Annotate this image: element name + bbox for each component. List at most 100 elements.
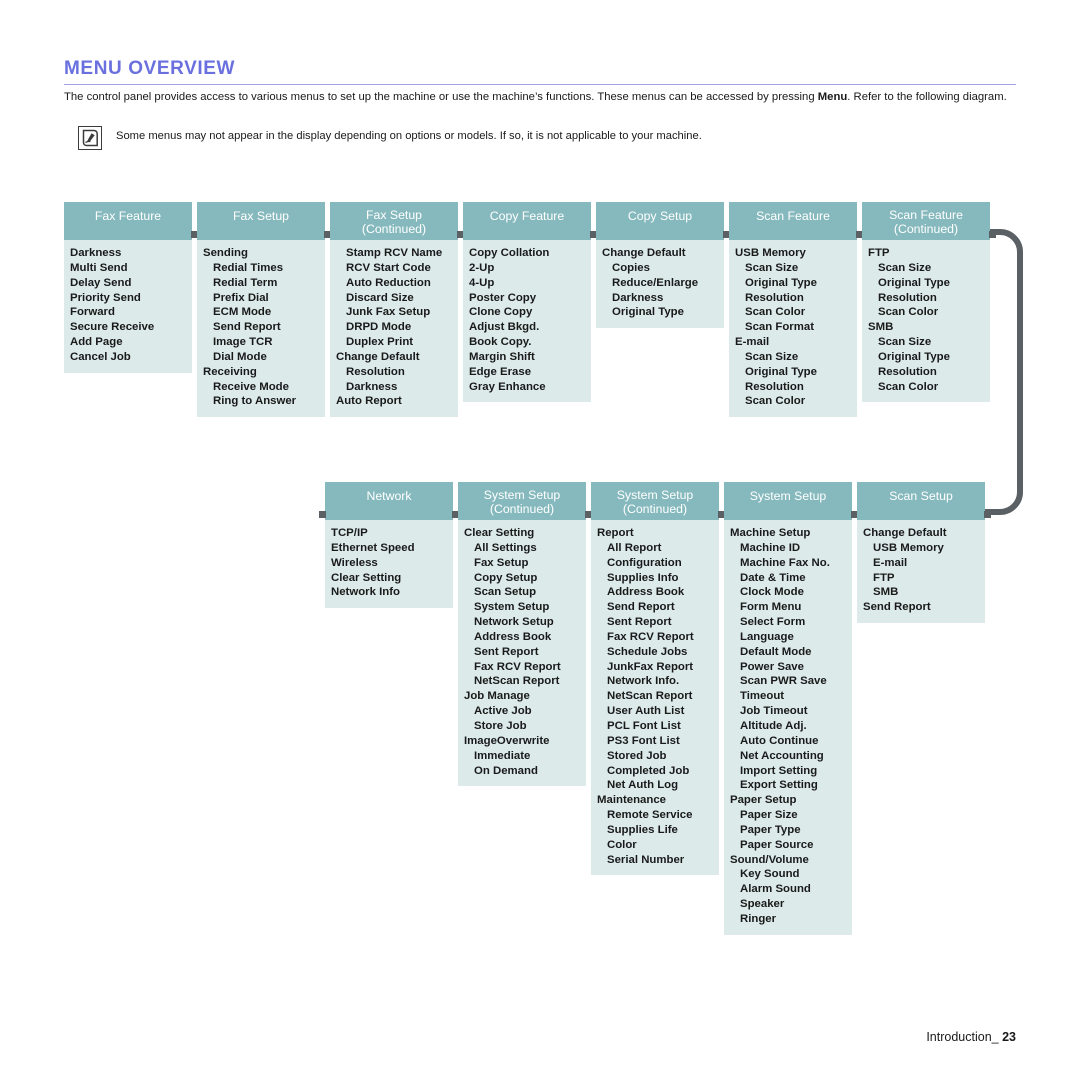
menu-item[interactable]: Scan Color: [733, 305, 853, 320]
menu-column-header[interactable]: System Setup: [724, 482, 852, 520]
menu-item[interactable]: Store Job: [462, 719, 582, 734]
menu-item[interactable]: Gray Enhance: [467, 380, 587, 395]
menu-item[interactable]: Dial Mode: [201, 350, 321, 365]
menu-item[interactable]: Paper Type: [728, 823, 848, 838]
menu-item[interactable]: Stamp RCV Name: [334, 246, 454, 261]
menu-item[interactable]: Scan Size: [866, 335, 986, 350]
menu-item[interactable]: Cancel Job: [68, 350, 188, 365]
menu-item[interactable]: ImageOverwrite: [462, 734, 582, 749]
menu-item[interactable]: SMB: [861, 585, 981, 600]
menu-item[interactable]: Machine ID: [728, 541, 848, 556]
menu-item[interactable]: Address Book: [595, 585, 715, 600]
menu-item[interactable]: Clock Mode: [728, 585, 848, 600]
menu-item[interactable]: Import Setting: [728, 764, 848, 779]
menu-item[interactable]: Poster Copy: [467, 291, 587, 306]
menu-item[interactable]: Margin Shift: [467, 350, 587, 365]
menu-item[interactable]: Darkness: [334, 380, 454, 395]
menu-item[interactable]: Scan PWR Save: [728, 674, 848, 689]
menu-item[interactable]: All Report: [595, 541, 715, 556]
menu-item[interactable]: Clear Setting: [329, 571, 449, 586]
menu-item[interactable]: All Settings: [462, 541, 582, 556]
menu-item[interactable]: Copy Setup: [462, 571, 582, 586]
menu-item[interactable]: Original Type: [733, 365, 853, 380]
menu-item[interactable]: Form Menu: [728, 600, 848, 615]
menu-item[interactable]: USB Memory: [733, 246, 853, 261]
menu-item[interactable]: Immediate: [462, 749, 582, 764]
menu-item[interactable]: Maintenance: [595, 793, 715, 808]
menu-item[interactable]: System Setup: [462, 600, 582, 615]
menu-item[interactable]: Redial Times: [201, 261, 321, 276]
menu-item[interactable]: Original Type: [733, 276, 853, 291]
menu-item[interactable]: Alarm Sound: [728, 882, 848, 897]
menu-item[interactable]: Auto Report: [334, 394, 454, 409]
menu-item[interactable]: Wireless: [329, 556, 449, 571]
menu-item[interactable]: Image TCR: [201, 335, 321, 350]
menu-item[interactable]: RCV Start Code: [334, 261, 454, 276]
menu-item[interactable]: Select Form: [728, 615, 848, 630]
menu-item[interactable]: Configuration: [595, 556, 715, 571]
menu-item[interactable]: Fax RCV Report: [462, 660, 582, 675]
menu-item[interactable]: Ethernet Speed: [329, 541, 449, 556]
menu-item[interactable]: Send Report: [861, 600, 981, 615]
menu-item[interactable]: Fax Setup: [462, 556, 582, 571]
menu-item[interactable]: Reduce/Enlarge: [600, 276, 720, 291]
menu-item[interactable]: Copies: [600, 261, 720, 276]
menu-item[interactable]: Sent Report: [462, 645, 582, 660]
menu-item[interactable]: Change Default: [861, 526, 981, 541]
menu-item[interactable]: Ringer: [728, 912, 848, 927]
menu-item[interactable]: Supplies Life: [595, 823, 715, 838]
menu-item[interactable]: ECM Mode: [201, 305, 321, 320]
menu-item[interactable]: FTP: [866, 246, 986, 261]
menu-item[interactable]: Resolution: [334, 365, 454, 380]
menu-item[interactable]: Paper Setup: [728, 793, 848, 808]
menu-column-header[interactable]: Network: [325, 482, 453, 520]
menu-item[interactable]: Forward: [68, 305, 188, 320]
menu-item[interactable]: Original Type: [600, 305, 720, 320]
menu-item[interactable]: Scan Color: [866, 305, 986, 320]
menu-item[interactable]: Job Timeout: [728, 704, 848, 719]
menu-item[interactable]: Sending: [201, 246, 321, 261]
menu-item[interactable]: Power Save: [728, 660, 848, 675]
menu-item[interactable]: 2-Up: [467, 261, 587, 276]
menu-item[interactable]: USB Memory: [861, 541, 981, 556]
menu-item[interactable]: Resolution: [733, 291, 853, 306]
menu-item[interactable]: Language: [728, 630, 848, 645]
menu-item[interactable]: Ring to Answer: [201, 394, 321, 409]
menu-item[interactable]: User Auth List: [595, 704, 715, 719]
menu-item[interactable]: Priority Send: [68, 291, 188, 306]
menu-item[interactable]: Darkness: [600, 291, 720, 306]
menu-item[interactable]: Duplex Print: [334, 335, 454, 350]
menu-item[interactable]: NetScan Report: [595, 689, 715, 704]
menu-item[interactable]: Timeout: [728, 689, 848, 704]
menu-item[interactable]: Stored Job: [595, 749, 715, 764]
menu-item[interactable]: On Demand: [462, 764, 582, 779]
menu-item[interactable]: Add Page: [68, 335, 188, 350]
menu-item[interactable]: Active Job: [462, 704, 582, 719]
menu-item[interactable]: E-mail: [861, 556, 981, 571]
menu-item[interactable]: Key Sound: [728, 867, 848, 882]
menu-item[interactable]: Default Mode: [728, 645, 848, 660]
menu-item[interactable]: Color: [595, 838, 715, 853]
menu-item[interactable]: Resolution: [866, 365, 986, 380]
menu-item[interactable]: Prefix Dial: [201, 291, 321, 306]
menu-item[interactable]: Speaker: [728, 897, 848, 912]
menu-item[interactable]: Remote Service: [595, 808, 715, 823]
menu-item[interactable]: Scan Setup: [462, 585, 582, 600]
menu-column-header[interactable]: System Setup (Continued): [591, 482, 719, 520]
menu-column-header[interactable]: Scan Feature (Continued): [862, 202, 990, 240]
menu-item[interactable]: SMB: [866, 320, 986, 335]
menu-item[interactable]: Scan Size: [866, 261, 986, 276]
menu-item[interactable]: Book Copy.: [467, 335, 587, 350]
menu-item[interactable]: Resolution: [866, 291, 986, 306]
menu-item[interactable]: Completed Job: [595, 764, 715, 779]
menu-item[interactable]: Resolution: [733, 380, 853, 395]
menu-item[interactable]: Clear Setting: [462, 526, 582, 541]
menu-item[interactable]: Fax RCV Report: [595, 630, 715, 645]
menu-column-header[interactable]: Fax Feature: [64, 202, 192, 240]
menu-item[interactable]: Net Auth Log: [595, 778, 715, 793]
menu-item[interactable]: Net Accounting: [728, 749, 848, 764]
menu-column-header[interactable]: Copy Feature: [463, 202, 591, 240]
menu-item[interactable]: Network Info: [329, 585, 449, 600]
menu-column-header[interactable]: Scan Feature: [729, 202, 857, 240]
menu-item[interactable]: Scan Size: [733, 350, 853, 365]
